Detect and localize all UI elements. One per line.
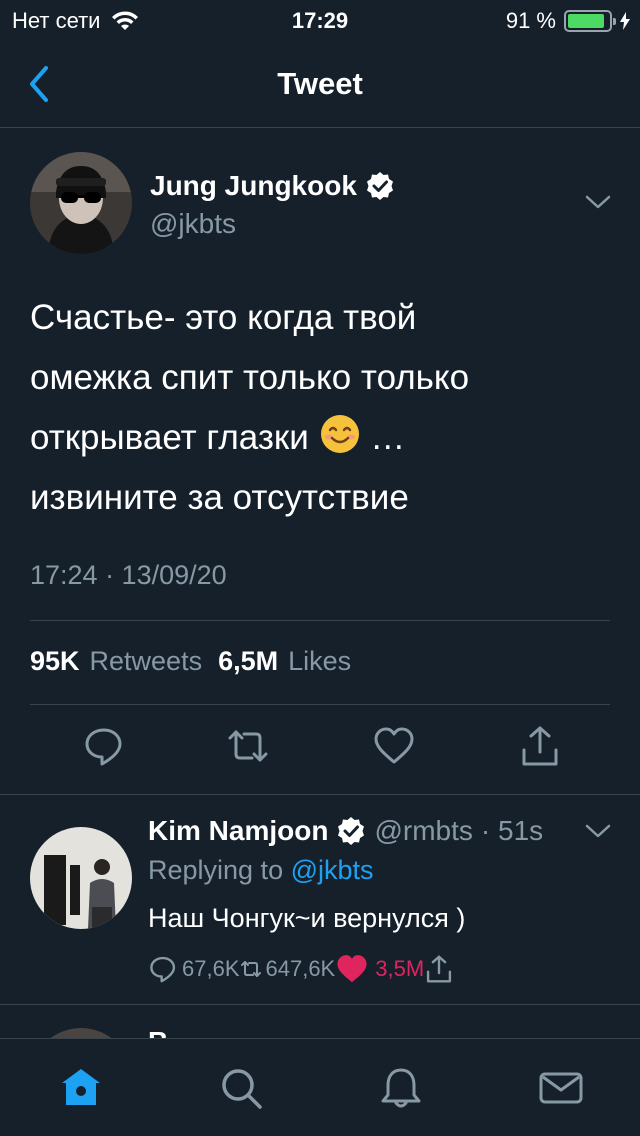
tweet-text: Счастье- это когда твой омежка спит толь… xyxy=(30,288,610,528)
engagement-counts: 95K Retweets 6,5M Likes xyxy=(30,646,357,677)
divider xyxy=(30,620,610,621)
divider xyxy=(30,704,610,705)
verified-badge-icon xyxy=(338,817,365,845)
share-icon[interactable] xyxy=(518,724,562,768)
author-line: Jung Jungkook xyxy=(150,170,395,202)
reply-author-name[interactable]: Kim Namjoon xyxy=(148,815,328,847)
replying-to: Replying to @jkbts xyxy=(148,855,374,886)
comment-icon[interactable] xyxy=(148,954,178,984)
tweet-timestamp[interactable]: 17:24 · 13/09/20 xyxy=(30,560,227,591)
battery-icon xyxy=(564,10,616,32)
smiling-face-emoji-icon xyxy=(320,415,359,453)
reply-likes-count: 3,5M xyxy=(375,956,425,981)
reply-actions: 67,6K 647,6K 3,5M xyxy=(148,953,454,985)
reply-retweet-action[interactable]: 647,6K xyxy=(240,954,336,984)
reply-time-ago: · 51s xyxy=(480,815,544,846)
reply-author-handle[interactable]: @rmbts xyxy=(374,815,472,847)
tweet-text-line-1: Счастье- это когда твой xyxy=(30,298,417,337)
tab-bar xyxy=(0,1038,640,1136)
charging-bolt-icon xyxy=(620,12,630,30)
author-name[interactable]: Jung Jungkook xyxy=(150,170,357,202)
status-bar: Нет сети 17:29 91 % xyxy=(0,0,640,40)
reply-retweets-count: 647,6K xyxy=(265,956,336,981)
retweet-icon[interactable] xyxy=(226,724,270,768)
reply-author-line: Kim Namjoon @rmbts · 51s xyxy=(148,815,543,847)
tweet-text-line-3-text: открывает глазки xyxy=(30,418,309,457)
heart-icon[interactable] xyxy=(372,724,416,768)
likes-count[interactable]: 6,5M xyxy=(218,646,278,677)
tweet-text-line-3: открывает глазки … xyxy=(30,408,610,468)
tweet-text-line-4: извините за отсутствие xyxy=(30,478,409,517)
tweet-text-line-2: омежка спит только только xyxy=(30,358,470,397)
home-icon[interactable] xyxy=(58,1065,104,1111)
avatar-image xyxy=(30,827,132,929)
bell-icon[interactable] xyxy=(378,1065,424,1111)
retweets-label[interactable]: Retweets xyxy=(90,646,203,677)
tweet-actions xyxy=(0,724,640,784)
reply-text: Наш Чонгук~и вернулся ) xyxy=(148,903,466,933)
retweets-count[interactable]: 95K xyxy=(30,646,80,677)
reply-replies-count: 67,6K xyxy=(182,956,240,981)
avatar[interactable] xyxy=(30,827,132,929)
reply-tweet[interactable]: Kim Namjoon @rmbts · 51s Replying to @jk… xyxy=(0,795,640,1010)
page-title: Tweet xyxy=(277,66,363,101)
reply-comment-action[interactable]: 67,6K xyxy=(148,954,240,984)
tweet-text-ellipsis: … xyxy=(370,418,406,457)
heart-filled-icon[interactable] xyxy=(335,953,369,985)
replying-to-link[interactable]: @jkbts xyxy=(291,855,374,885)
avatar[interactable] xyxy=(30,152,132,254)
verified-badge-icon xyxy=(366,172,393,200)
retweet-icon[interactable] xyxy=(240,954,262,984)
search-icon[interactable] xyxy=(218,1065,264,1111)
chevron-down-icon[interactable] xyxy=(584,194,612,210)
status-right: 91 % xyxy=(506,8,630,34)
reply-like-action[interactable]: 3,5M xyxy=(335,953,424,985)
reply-share-action[interactable] xyxy=(424,954,454,984)
nav-bar: Tweet xyxy=(0,40,640,128)
battery-percent: 91 % xyxy=(505,8,556,33)
replying-to-prefix: Replying to xyxy=(148,855,284,885)
share-icon[interactable] xyxy=(424,954,454,984)
battery-fill xyxy=(568,14,605,28)
chevron-down-icon[interactable] xyxy=(584,823,612,839)
likes-label[interactable]: Likes xyxy=(288,646,351,677)
comment-icon[interactable] xyxy=(82,724,126,768)
avatar-image xyxy=(30,152,132,254)
mail-icon[interactable] xyxy=(538,1065,584,1111)
author-handle[interactable]: @jkbts xyxy=(150,208,236,240)
